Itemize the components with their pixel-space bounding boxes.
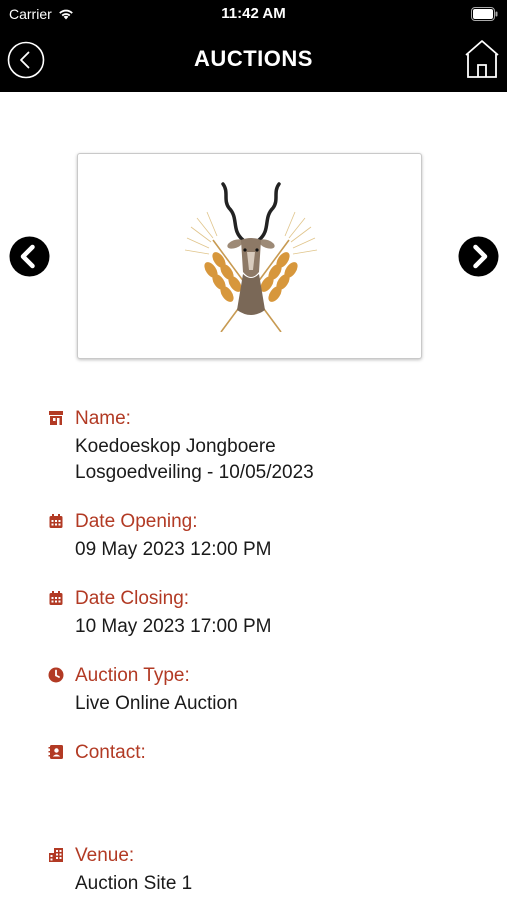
date-opening-label: Date Opening: <box>75 511 198 532</box>
clock-icon <box>48 667 64 683</box>
date-closing-field: Date Closing: 10 May 2023 17:00 PM <box>0 588 507 640</box>
auction-type-label: Auction Type: <box>75 665 190 686</box>
contact-field: Contact: <box>0 742 507 794</box>
navigation-bar: AUCTIONS <box>0 28 507 92</box>
venue-label: Venue: <box>75 845 135 866</box>
contact-label: Contact: <box>75 742 146 763</box>
contact-card-icon <box>48 745 63 759</box>
previous-arrow-button[interactable] <box>9 236 50 277</box>
name-value: Koedoeskop Jongboere Losgoedveiling - 10… <box>75 434 314 486</box>
date-opening-field: Date Opening: 09 May 2023 12:00 PM <box>0 511 507 563</box>
name-value-line-2: Losgoedveiling - 10/05/2023 <box>75 462 314 483</box>
date-opening-value: 09 May 2023 12:00 PM <box>75 539 272 560</box>
auction-image-card[interactable] <box>77 153 422 359</box>
next-arrow-button[interactable] <box>458 236 499 277</box>
calendar-icon <box>49 591 63 605</box>
auction-type-value: Live Online Auction <box>75 693 238 714</box>
page-title: AUCTIONS <box>194 46 313 71</box>
name-field: Name: Koedoeskop Jongboere Losgoedveilin… <box>0 408 507 486</box>
venue-field: Venue: Auction Site 1 <box>0 845 507 897</box>
kudu-wheat-logo <box>184 182 318 332</box>
name-label: Name: <box>75 408 131 429</box>
home-button[interactable] <box>464 39 500 79</box>
calendar-icon <box>49 514 63 528</box>
name-value-line-1: Koedoeskop Jongboere <box>75 436 276 457</box>
auction-type-field: Auction Type: Live Online Auction <box>0 665 507 717</box>
clock-time: 11:42 AM <box>221 5 286 22</box>
store-icon <box>49 411 63 425</box>
battery-icon <box>471 7 498 21</box>
date-closing-label: Date Closing: <box>75 588 190 609</box>
building-icon <box>49 848 63 862</box>
venue-value: Auction Site 1 <box>75 873 193 894</box>
date-closing-value: 10 May 2023 17:00 PM <box>75 616 272 637</box>
status-bar: Carrier 11:42 AM <box>0 0 507 28</box>
